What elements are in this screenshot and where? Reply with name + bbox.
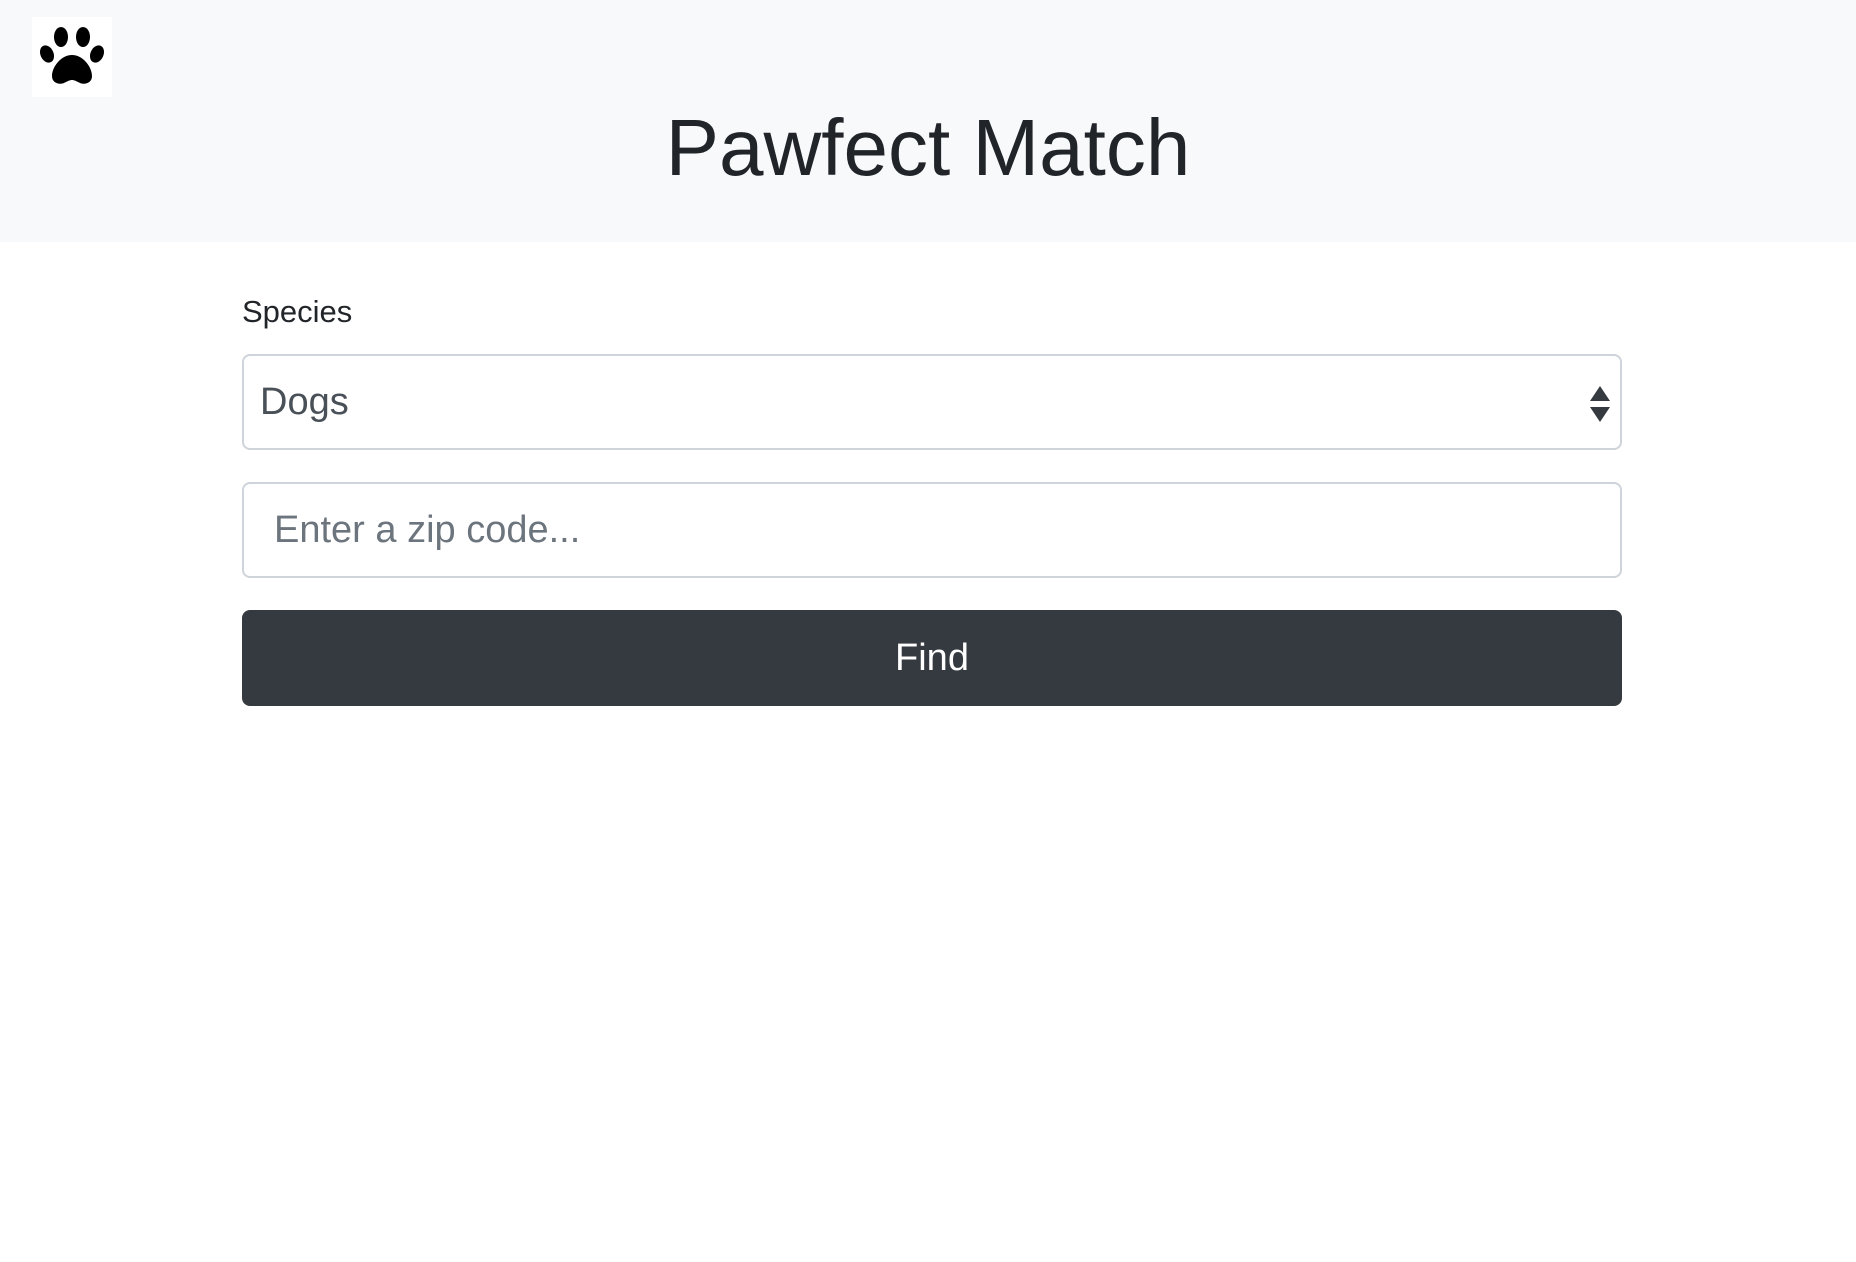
paw-print-icon: [39, 27, 105, 84]
page-title: Pawfect Match: [665, 103, 1191, 192]
select-arrows-icon: [1590, 386, 1610, 422]
species-selected-value: Dogs: [260, 381, 349, 423]
zip-code-input[interactable]: [242, 482, 1622, 578]
page-header: Pawfect Match: [0, 0, 1856, 242]
species-label: Species: [242, 294, 353, 329]
logo: [32, 17, 112, 97]
species-select[interactable]: Dogs: [242, 354, 1622, 450]
find-button[interactable]: Find: [242, 610, 1622, 706]
